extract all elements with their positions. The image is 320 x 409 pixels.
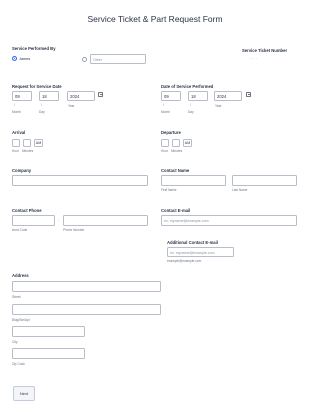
phone-number-sublabel: Phone Number bbox=[63, 228, 85, 232]
additional-email-label: Additional Contact E-mail bbox=[167, 240, 218, 245]
street-sublabel: Street bbox=[12, 295, 21, 299]
zip-sublabel: Zip Code bbox=[12, 362, 25, 366]
next-button[interactable]: Next bbox=[13, 386, 35, 401]
departure-ampm-select[interactable]: AM bbox=[183, 139, 192, 147]
performed-month-input[interactable]: 09 bbox=[161, 91, 181, 101]
address-label: Address bbox=[12, 273, 29, 278]
first-name-sublabel: First Name bbox=[161, 188, 177, 192]
day-sublabel: Day bbox=[39, 110, 45, 114]
performed-date-label: Date of Service Performed bbox=[161, 84, 214, 89]
departure-minutes-input[interactable] bbox=[172, 139, 180, 147]
year-sublabel: Year bbox=[68, 104, 75, 108]
date-sep: / bbox=[14, 102, 16, 107]
service-ticket-number-label: Service Ticket Number bbox=[242, 48, 288, 53]
service-performed-by-label: Service Performed By bbox=[12, 46, 56, 51]
street2-input[interactable] bbox=[12, 304, 161, 315]
radio-james-label: James bbox=[19, 56, 31, 61]
hour-sublabel: Hour bbox=[161, 149, 168, 153]
date-sep: / bbox=[190, 102, 192, 107]
page-title: Service Ticket & Part Request Form bbox=[87, 14, 223, 24]
other-input[interactable]: Other bbox=[90, 54, 146, 64]
phone-sep: - bbox=[58, 217, 60, 222]
month-sublabel: Month bbox=[12, 110, 21, 114]
radio-other[interactable] bbox=[82, 57, 87, 62]
calendar-icon[interactable] bbox=[246, 92, 251, 97]
day-sublabel: Day bbox=[188, 110, 194, 114]
additional-email-input[interactable]: ex: myname@example.com bbox=[167, 247, 234, 257]
company-label: Company bbox=[12, 168, 32, 173]
minutes-sublabel: Minutes bbox=[171, 149, 183, 153]
date-sep: / bbox=[41, 102, 43, 107]
last-name-sublabel: Last Name bbox=[232, 188, 248, 192]
contact-name-label: Contact Name bbox=[161, 168, 190, 173]
departure-hour-input[interactable] bbox=[161, 139, 169, 147]
minutes-sublabel: Minutes bbox=[22, 149, 34, 153]
departure-label: Departure bbox=[161, 130, 181, 135]
area-code-input[interactable] bbox=[12, 215, 55, 226]
hour-sublabel: Hour bbox=[12, 149, 19, 153]
city-input[interactable] bbox=[12, 326, 85, 337]
request-month-input[interactable]: 09 bbox=[12, 91, 32, 101]
phone-number-input[interactable] bbox=[63, 215, 148, 226]
street2-sublabel: Bldg/Ste/Apt bbox=[12, 318, 30, 322]
year-sublabel: Year bbox=[215, 104, 222, 108]
arrival-hour-input[interactable] bbox=[12, 139, 20, 147]
contact-email-label: Contact E-mail bbox=[161, 208, 191, 213]
city-sublabel: City bbox=[12, 340, 18, 344]
contact-phone-label: Contact Phone bbox=[12, 208, 42, 213]
contact-email-input[interactable]: ex: myname@example.com bbox=[161, 215, 297, 226]
arrival-minutes-input[interactable] bbox=[23, 139, 31, 147]
additional-email-sublabel: example@example.com bbox=[167, 259, 202, 263]
zip-input[interactable] bbox=[12, 348, 85, 359]
street-input[interactable] bbox=[12, 281, 161, 292]
request-date-label: Request for Service Date bbox=[12, 84, 62, 89]
performed-day-input[interactable]: 18 bbox=[188, 91, 208, 101]
request-year-input[interactable]: 2024 bbox=[67, 91, 95, 101]
company-input[interactable] bbox=[12, 175, 148, 186]
radio-james[interactable] bbox=[12, 56, 17, 61]
request-day-input[interactable]: 18 bbox=[39, 91, 59, 101]
first-name-input[interactable] bbox=[161, 175, 226, 186]
area-code-sublabel: Area Code bbox=[12, 228, 28, 232]
arrival-label: Arrival bbox=[12, 130, 26, 135]
arrival-ampm-select[interactable]: AM bbox=[34, 139, 43, 147]
last-name-input[interactable] bbox=[232, 175, 297, 186]
service-ticket-number-value: - - - - bbox=[250, 56, 257, 60]
performed-year-input[interactable]: 2024 bbox=[214, 91, 242, 101]
month-sublabel: Month bbox=[161, 110, 170, 114]
calendar-icon[interactable] bbox=[98, 92, 103, 97]
date-sep: / bbox=[163, 102, 165, 107]
